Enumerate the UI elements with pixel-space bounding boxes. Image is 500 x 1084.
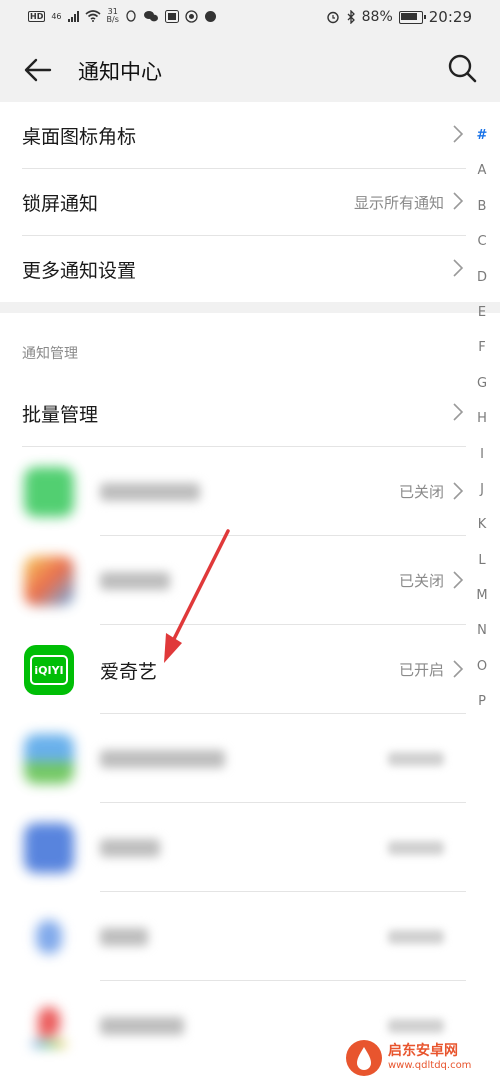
chevron-right-icon bbox=[453, 192, 464, 210]
hd-badge: HD bbox=[28, 10, 46, 22]
app-row[interactable] bbox=[0, 892, 468, 980]
row-lockscreen-notification[interactable]: 锁屏通知 显示所有通知 bbox=[0, 169, 468, 235]
alarm-icon bbox=[326, 11, 339, 24]
alpha-index-letter[interactable]: C bbox=[477, 224, 486, 259]
section-title: 通知管理 bbox=[22, 346, 78, 362]
signal-icon bbox=[67, 10, 79, 22]
iqiyi-status-icon bbox=[164, 9, 179, 23]
app-row[interactable]: 已关闭 bbox=[0, 447, 468, 535]
app-icon bbox=[24, 734, 74, 784]
alpha-index-letter[interactable]: K bbox=[478, 507, 487, 542]
net-speed: 31 B/s bbox=[107, 8, 119, 24]
row-label: 桌面图标角标 bbox=[22, 126, 137, 148]
row-more-settings[interactable]: 更多通知设置 bbox=[0, 236, 468, 302]
row-label: 批量管理 bbox=[22, 404, 99, 426]
row-value: 显示所有通知 bbox=[353, 194, 444, 212]
search-icon[interactable] bbox=[446, 52, 478, 84]
alpha-index-letter[interactable]: N bbox=[477, 613, 487, 648]
network-type: 46 bbox=[51, 11, 62, 21]
blurred-status bbox=[388, 1019, 444, 1033]
wechat-icon bbox=[143, 10, 158, 21]
management-card: 通知管理 批量管理 已关闭 已关闭 iQIYI 爱奇艺 已开启 bbox=[0, 313, 500, 1084]
bluetooth-icon bbox=[347, 10, 355, 24]
app-status: 已开启 bbox=[398, 661, 444, 679]
alphabet-index[interactable]: # A B C D E F G H I J K L M N O P bbox=[470, 118, 494, 720]
app-row[interactable] bbox=[0, 803, 468, 891]
app-icon bbox=[24, 823, 74, 873]
app-status: 已关闭 bbox=[398, 483, 444, 501]
alpha-index-letter[interactable]: F bbox=[478, 330, 485, 365]
status-right: 88% 20:29 bbox=[326, 8, 472, 26]
qq-icon bbox=[126, 9, 136, 22]
header-bar: 通知中心 bbox=[0, 36, 500, 102]
app-status-icon bbox=[185, 9, 198, 23]
watermark-url: www.qdltdq.com bbox=[388, 1060, 472, 1071]
chevron-right-icon bbox=[453, 482, 464, 500]
iqiyi-app-icon: iQIYI bbox=[24, 645, 74, 695]
battery-percent: 88% bbox=[361, 9, 393, 25]
alpha-index-letter[interactable]: B bbox=[478, 189, 487, 224]
status-bar: HD 46 31 B/s 88% 20:29 bbox=[0, 0, 500, 36]
alpha-index-letter[interactable]: J bbox=[480, 472, 484, 507]
page-title: 通知中心 bbox=[78, 60, 162, 84]
alpha-index-letter[interactable]: I bbox=[480, 437, 484, 472]
blurred-status bbox=[388, 930, 444, 944]
row-label: 锁屏通知 bbox=[22, 193, 99, 215]
iqiyi-logo-text: iQIYI bbox=[34, 663, 64, 677]
alpha-index-letter[interactable]: E bbox=[478, 295, 486, 330]
blurred-app-name bbox=[100, 1017, 184, 1035]
app-status: 已关闭 bbox=[398, 572, 444, 590]
app-icon bbox=[24, 467, 74, 517]
watermark: 启东安卓网 www.qdltdq.com bbox=[342, 1038, 492, 1078]
iqiyi-logo-frame: iQIYI bbox=[30, 655, 68, 685]
back-arrow-icon[interactable] bbox=[22, 54, 54, 86]
app-row[interactable] bbox=[0, 714, 468, 802]
alpha-index-letter[interactable]: P bbox=[478, 684, 486, 719]
blurred-app-name bbox=[100, 750, 225, 768]
app-icon bbox=[24, 556, 74, 606]
alpha-index-letter[interactable]: G bbox=[477, 366, 487, 401]
alpha-index-letter[interactable]: # bbox=[477, 118, 488, 153]
alpha-index-letter[interactable]: O bbox=[477, 649, 487, 684]
row-label: 更多通知设置 bbox=[22, 260, 137, 282]
settings-card: 桌面图标角标 锁屏通知 显示所有通知 更多通知设置 bbox=[0, 102, 500, 302]
chevron-right-icon bbox=[453, 403, 464, 421]
battery-icon bbox=[398, 10, 426, 24]
blurred-status bbox=[388, 841, 444, 855]
watermark-logo-icon bbox=[346, 1040, 382, 1076]
alpha-index-letter[interactable]: M bbox=[476, 578, 487, 613]
row-batch-manage[interactable]: 批量管理 bbox=[0, 380, 468, 446]
blurred-app-name bbox=[100, 483, 200, 501]
chevron-right-icon bbox=[453, 259, 464, 277]
alpha-index-letter[interactable]: H bbox=[477, 401, 487, 436]
blurred-status bbox=[388, 752, 444, 766]
blurred-app-name bbox=[100, 928, 148, 946]
watermark-title: 启东安卓网 bbox=[388, 1043, 458, 1059]
alpha-index-letter[interactable]: D bbox=[477, 260, 487, 295]
app-icon bbox=[24, 1001, 74, 1051]
row-badge-settings[interactable]: 桌面图标角标 bbox=[0, 102, 468, 168]
blurred-app-name bbox=[100, 839, 160, 857]
alpha-index-letter[interactable]: L bbox=[478, 543, 485, 578]
shield-status-icon bbox=[204, 10, 216, 22]
chevron-right-icon bbox=[453, 571, 464, 589]
clock: 20:29 bbox=[428, 8, 472, 26]
app-row-iqiyi[interactable]: iQIYI 爱奇艺 已开启 bbox=[0, 625, 468, 713]
watermark-drop-icon bbox=[357, 1047, 371, 1070]
blurred-app-name bbox=[100, 572, 170, 590]
app-row[interactable]: 已关闭 bbox=[0, 536, 468, 624]
alpha-index-letter[interactable]: A bbox=[478, 153, 487, 188]
app-name: 爱奇艺 bbox=[100, 661, 158, 683]
net-speed-unit: B/s bbox=[106, 15, 119, 24]
app-icon bbox=[24, 912, 74, 962]
status-left: HD 46 31 B/s bbox=[28, 8, 217, 24]
wifi-icon bbox=[85, 10, 101, 22]
chevron-right-icon bbox=[453, 125, 464, 143]
chevron-right-icon bbox=[453, 660, 464, 678]
